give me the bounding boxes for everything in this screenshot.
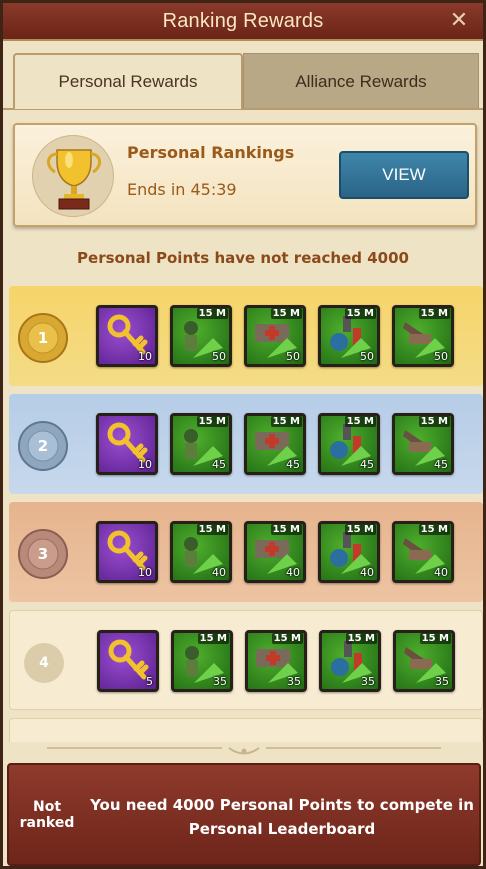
points-notice: Personal Points have not reached 4000	[77, 249, 409, 267]
item-duration: 15 M	[271, 633, 303, 644]
item-duration: 15 M	[270, 524, 302, 535]
item-count: 5	[146, 675, 153, 688]
item-duration: 15 M	[418, 416, 450, 427]
window-title: Ranking Rewards	[162, 9, 324, 32]
item-count: 40	[212, 566, 226, 579]
view-button[interactable]: VIEW	[339, 151, 469, 199]
reward-tier-1: 1 10 15 M 50 15 M 50 15 M 50 15 M 50	[9, 286, 483, 386]
close-icon[interactable]: ✕	[447, 9, 471, 33]
item-count: 10	[138, 566, 152, 579]
rankings-timer: Ends in 45:39	[127, 180, 237, 199]
building-speedup-item[interactable]: 15 M 50	[392, 305, 454, 367]
reward-tier-2: 2 10 15 M 45 15 M 45 15 M 45 15 M 45	[9, 394, 483, 494]
item-duration: 15 M	[196, 416, 228, 427]
item-count: 50	[434, 350, 448, 363]
item-duration: 15 M	[270, 416, 302, 427]
item-duration: 15 M	[196, 308, 228, 319]
tier-rank-number: 3	[37, 545, 49, 563]
item-duration: 15 M	[345, 633, 377, 644]
key-item[interactable]: 10	[96, 413, 158, 475]
tier-rank-number: 1	[37, 329, 49, 347]
research-speedup-item[interactable]: 15 M 35	[319, 630, 381, 692]
research-speedup-item[interactable]: 15 M 40	[318, 521, 380, 583]
ornament-divider	[47, 742, 441, 755]
reward-items: 10 15 M 50 15 M 50 15 M 50 15 M 50	[96, 305, 466, 367]
bronze-medal-icon: 3	[17, 528, 69, 580]
reward-tier-4: 4 5 15 M 35 15 M 35 15 M 35 15 M 35	[9, 610, 483, 710]
reward-tier-partial	[9, 718, 483, 742]
item-count: 50	[212, 350, 226, 363]
item-duration: 15 M	[196, 524, 228, 535]
item-count: 45	[286, 458, 300, 471]
tab-bar: Personal Rewards Alliance Rewards	[13, 53, 479, 109]
requirement-message: You need 4000 Personal Points to compete…	[90, 796, 474, 838]
troop-speedup-item[interactable]: 15 M 45	[170, 413, 232, 475]
reward-items: 10 15 M 40 15 M 40 15 M 40 15 M 40	[96, 521, 466, 583]
building-speedup-item[interactable]: 15 M 45	[392, 413, 454, 475]
key-item[interactable]: 10	[96, 305, 158, 367]
item-duration: 15 M	[197, 633, 229, 644]
tier-rank-number: 2	[37, 437, 49, 455]
item-duration: 15 M	[418, 524, 450, 535]
personal-rankings-card: Personal Rankings Ends in 45:39 VIEW	[13, 123, 477, 227]
reward-items: 5 15 M 35 15 M 35 15 M 35 15 M 35	[97, 630, 467, 692]
trophy-icon	[32, 135, 114, 217]
healing-speedup-item[interactable]: 15 M 35	[245, 630, 307, 692]
item-count: 35	[435, 675, 449, 688]
item-count: 50	[286, 350, 300, 363]
gold-medal-icon: 1	[17, 312, 69, 364]
item-count: 40	[360, 566, 374, 579]
item-count: 45	[212, 458, 226, 471]
healing-speedup-item[interactable]: 15 M 45	[244, 413, 306, 475]
healing-speedup-item[interactable]: 15 M 50	[244, 305, 306, 367]
ranking-rewards-window: Ranking Rewards ✕ Personal Rewards Allia…	[0, 0, 486, 869]
item-count: 45	[360, 458, 374, 471]
not-ranked-label: Not ranked	[19, 799, 75, 831]
item-duration: 15 M	[344, 416, 376, 427]
key-item[interactable]: 5	[97, 630, 159, 692]
research-speedup-item[interactable]: 15 M 50	[318, 305, 380, 367]
reward-tier-3: 3 10 15 M 40 15 M 40 15 M 40 15 M 40	[9, 502, 483, 602]
item-duration: 15 M	[418, 308, 450, 319]
silver-medal-icon: 2	[17, 420, 69, 472]
item-count: 35	[213, 675, 227, 688]
healing-speedup-item[interactable]: 15 M 40	[244, 521, 306, 583]
troop-speedup-item[interactable]: 15 M 40	[170, 521, 232, 583]
troop-speedup-item[interactable]: 15 M 35	[171, 630, 233, 692]
item-count: 45	[434, 458, 448, 471]
item-duration: 15 M	[344, 524, 376, 535]
item-count: 35	[361, 675, 375, 688]
building-speedup-item[interactable]: 15 M 40	[392, 521, 454, 583]
research-speedup-item[interactable]: 15 M 45	[318, 413, 380, 475]
item-duration: 15 M	[344, 308, 376, 319]
tab-personal-rewards[interactable]: Personal Rewards	[13, 53, 243, 109]
item-duration: 15 M	[270, 308, 302, 319]
item-count: 40	[434, 566, 448, 579]
item-count: 35	[287, 675, 301, 688]
item-count: 10	[138, 458, 152, 471]
tab-alliance-rewards[interactable]: Alliance Rewards	[243, 53, 479, 109]
rank-badge-4: 4	[24, 643, 64, 683]
key-item[interactable]: 10	[96, 521, 158, 583]
building-speedup-item[interactable]: 15 M 35	[393, 630, 455, 692]
item-count: 10	[138, 350, 152, 363]
title-bar: Ranking Rewards ✕	[3, 3, 483, 41]
rankings-title: Personal Rankings	[127, 143, 295, 162]
rank-status-footer: Not ranked You need 4000 Personal Points…	[7, 763, 481, 866]
item-count: 40	[286, 566, 300, 579]
reward-items: 10 15 M 45 15 M 45 15 M 45 15 M 45	[96, 413, 466, 475]
troop-speedup-item[interactable]: 15 M 50	[170, 305, 232, 367]
item-duration: 15 M	[419, 633, 451, 644]
item-count: 50	[360, 350, 374, 363]
